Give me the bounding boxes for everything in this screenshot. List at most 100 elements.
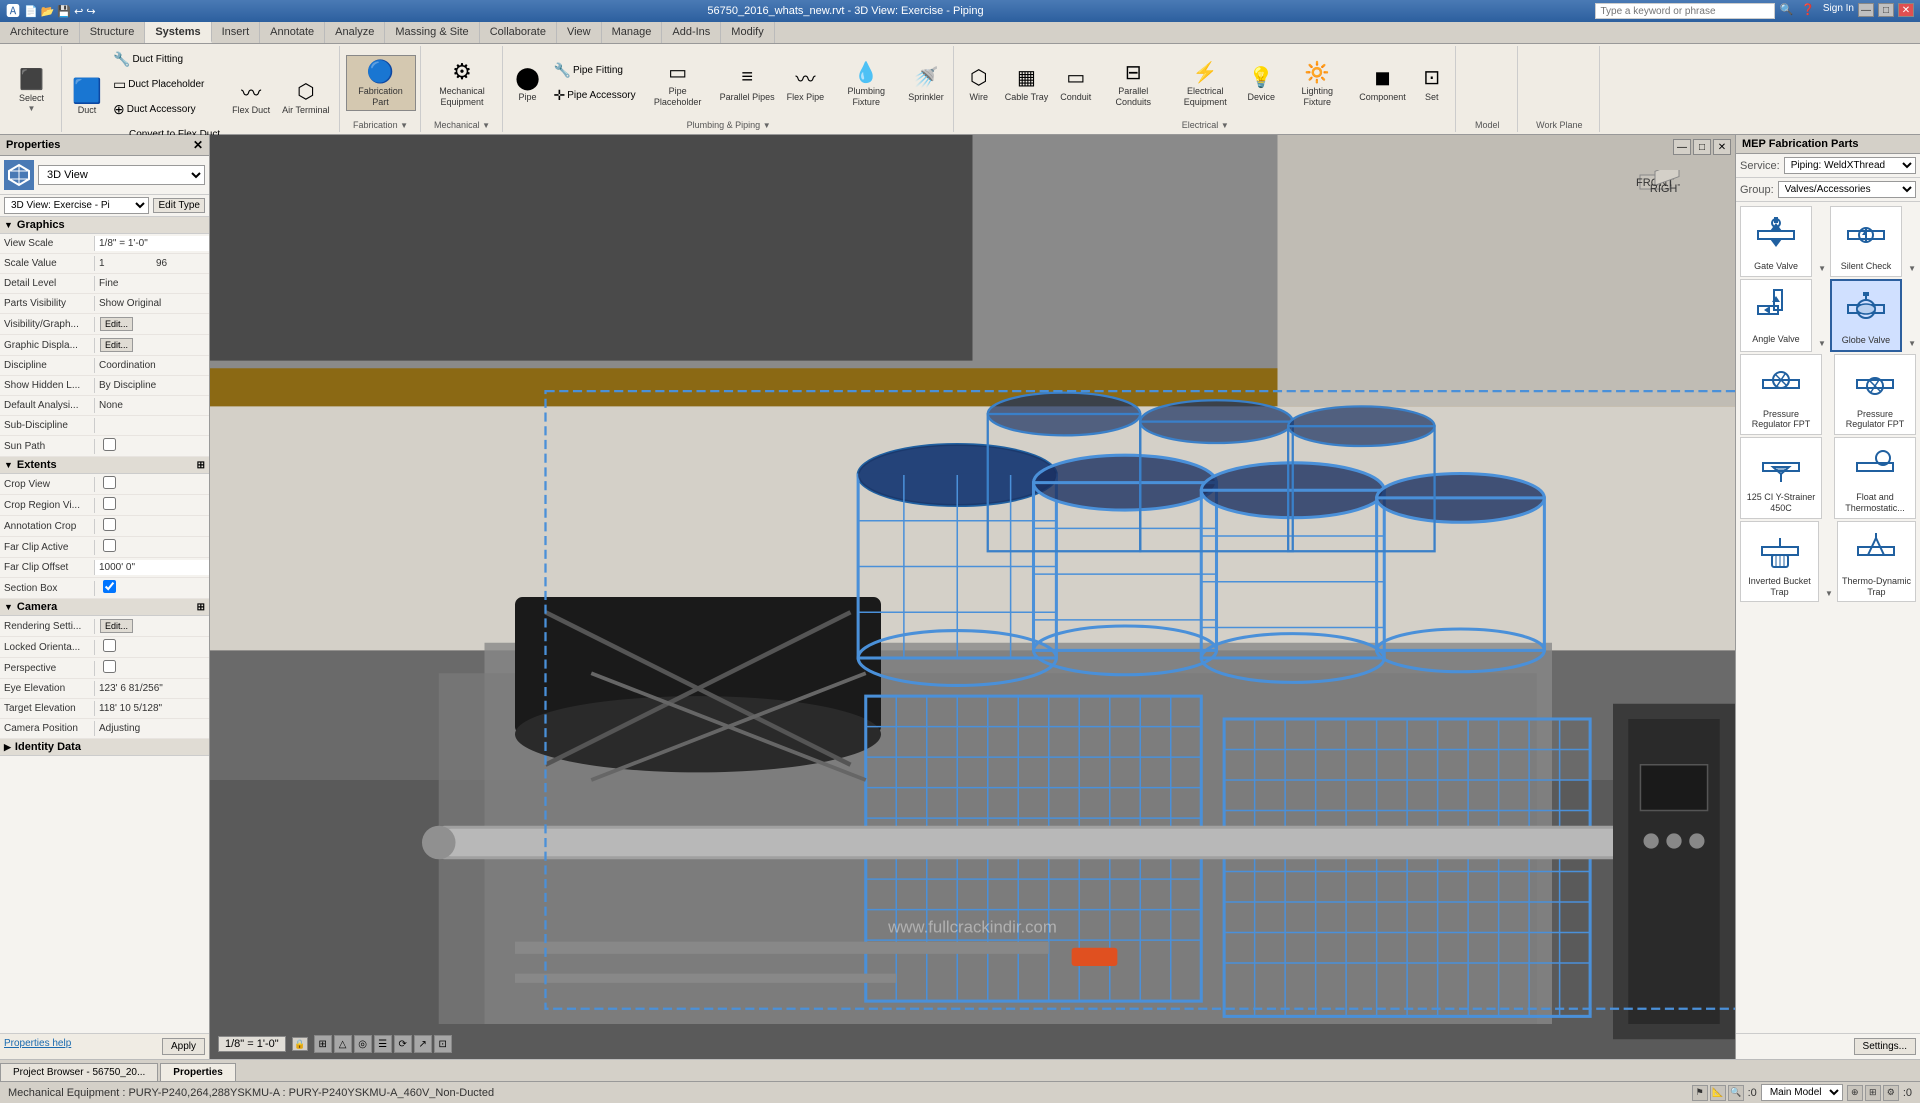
sun-path-checkbox[interactable] xyxy=(103,438,116,451)
nav-icon-4[interactable]: ☰ xyxy=(374,1035,392,1053)
ribbon-btn-wire[interactable]: ⬡ Wire xyxy=(960,61,998,106)
help-icon[interactable]: ❓ xyxy=(1801,3,1815,19)
mep-service-dropdown[interactable]: Piping: WeldXThread xyxy=(1784,157,1916,174)
ribbon-btn-flex-pipe[interactable]: 〰 Flex Pipe xyxy=(782,61,830,106)
fabrication-dropdown-icon[interactable]: ▼ xyxy=(400,121,408,130)
crop-region-visible-checkbox[interactable] xyxy=(103,497,116,510)
redo-btn[interactable]: ↪ xyxy=(86,5,95,18)
ribbon-btn-sprinkler[interactable]: 🚿 Sprinkler xyxy=(903,61,949,106)
ribbon-tab-modify[interactable]: Modify xyxy=(721,22,774,43)
scale-lock-icon[interactable]: 🔒 xyxy=(292,1037,308,1051)
mep-settings-btn[interactable]: Settings... xyxy=(1854,1038,1916,1055)
gate-valve-dropdown-icon[interactable]: ▼ xyxy=(1818,264,1826,273)
visibility-graphs-edit-btn[interactable]: Edit... xyxy=(100,317,133,331)
mep-group-dropdown[interactable]: Valves/Accessories xyxy=(1778,181,1916,198)
nav-icon-6[interactable]: ↗ xyxy=(414,1035,432,1053)
restore-btn[interactable]: □ xyxy=(1878,3,1894,17)
ribbon-btn-duct-accessory[interactable]: ⊕ Duct Accessory xyxy=(108,98,225,121)
ribbon-tab-structure[interactable]: Structure xyxy=(80,22,146,43)
ribbon-btn-parallel-pipes[interactable]: ≡ Parallel Pipes xyxy=(715,61,780,106)
nav-icon-2[interactable]: △ xyxy=(334,1035,352,1053)
ribbon-btn-parallel-conduits[interactable]: ⊟ Parallel Conduits xyxy=(1098,55,1168,111)
mep-part-pressure-reg-2[interactable]: Pressure Regulator FPT xyxy=(1834,354,1916,436)
prop-section-graphics[interactable]: ▼ Graphics xyxy=(0,217,209,234)
status-icon-2[interactable]: 📐 xyxy=(1710,1085,1726,1101)
ribbon-btn-device[interactable]: 💡 Device xyxy=(1242,61,1280,106)
tab-project-browser[interactable]: Project Browser - 56750_20... xyxy=(0,1063,158,1081)
ribbon-btn-lighting-fixture[interactable]: 🔆 Lighting Fixture xyxy=(1282,55,1352,111)
mep-part-float-thermo[interactable]: Float and Thermostatic... xyxy=(1834,437,1916,519)
ribbon-btn-set[interactable]: ⊡ Set xyxy=(1413,61,1451,106)
ribbon-btn-air-terminal[interactable]: ⬡ Air Terminal xyxy=(277,74,334,119)
apply-btn[interactable]: Apply xyxy=(162,1038,205,1055)
open-btn[interactable]: 📂 xyxy=(41,5,55,18)
ribbon-btn-pipe-accessory[interactable]: ✛ Pipe Accessory xyxy=(549,84,641,107)
prop-section-identity-data[interactable]: ▶ Identity Data xyxy=(0,739,209,756)
ribbon-tab-architecture[interactable]: Architecture xyxy=(0,22,80,43)
edit-type-btn[interactable]: Edit Type xyxy=(153,198,205,213)
ribbon-tab-massing[interactable]: Massing & Site xyxy=(385,22,479,43)
prop-section-extents[interactable]: ▼ Extents ⊞ xyxy=(0,457,209,474)
ribbon-tab-manage[interactable]: Manage xyxy=(602,22,663,43)
ribbon-tab-annotate[interactable]: Annotate xyxy=(260,22,325,43)
locked-orientation-checkbox[interactable] xyxy=(103,639,116,652)
plumbing-dropdown-icon[interactable]: ▼ xyxy=(763,121,771,130)
mep-part-silent-check[interactable]: Silent Check xyxy=(1830,206,1902,277)
minimize-btn[interactable]: — xyxy=(1858,3,1874,17)
model-select[interactable]: Main Model xyxy=(1761,1084,1843,1101)
far-clip-offset-value[interactable]: 1000' 0" xyxy=(95,560,209,575)
ribbon-btn-cable-tray[interactable]: ▦ Cable Tray xyxy=(1000,61,1054,106)
ribbon-btn-duct-fitting[interactable]: 🔧 Duct Fitting xyxy=(108,48,225,71)
ribbon-btn-conduit[interactable]: ▭ Conduit xyxy=(1055,61,1096,106)
view-select-dropdown[interactable]: 3D View: Exercise - Pi xyxy=(4,197,149,214)
graphic-display-edit-btn[interactable]: Edit... xyxy=(100,338,133,352)
view-scale-value[interactable]: 1/8" = 1'-0" xyxy=(95,236,209,251)
properties-close-btn[interactable]: ✕ xyxy=(193,138,203,152)
properties-help-link[interactable]: Properties help xyxy=(4,1038,71,1055)
ribbon-btn-pipe[interactable]: ⬤ Pipe xyxy=(509,61,547,106)
ribbon-tab-insert[interactable]: Insert xyxy=(212,22,261,43)
ribbon-btn-mechanical-equipment[interactable]: ⚙ Mechanical Equipment xyxy=(427,55,497,111)
nav-icon-7[interactable]: ⊡ xyxy=(434,1035,452,1053)
extents-expand-icon[interactable]: ⊞ xyxy=(197,460,205,471)
select-dropdown-icon[interactable]: ▼ xyxy=(28,104,36,113)
new-btn[interactable]: 📄 xyxy=(24,5,38,18)
crop-view-checkbox[interactable] xyxy=(103,476,116,489)
status-icon-1[interactable]: ⚑ xyxy=(1692,1085,1708,1101)
viewport-resize-handle[interactable] xyxy=(1727,135,1735,1059)
mep-part-angle-valve[interactable]: Angle Valve xyxy=(1740,279,1812,352)
perspective-checkbox[interactable] xyxy=(103,660,116,673)
search-icon[interactable]: 🔍 xyxy=(1779,3,1793,19)
ribbon-btn-pipe-fitting[interactable]: 🔧 Pipe Fitting xyxy=(549,59,641,82)
ribbon-btn-select[interactable]: ⬛ Select ▼ xyxy=(12,62,52,116)
save-btn[interactable]: 💾 xyxy=(57,5,71,18)
section-box-checkbox[interactable] xyxy=(103,580,116,593)
ribbon-tab-addins[interactable]: Add-Ins xyxy=(662,22,721,43)
ribbon-btn-duct[interactable]: 🟦 Duct xyxy=(68,74,106,119)
ribbon-btn-fabrication-part[interactable]: 🔵 Fabrication Part xyxy=(346,55,416,111)
mep-part-pressure-reg-1[interactable]: Pressure Regulator FPT xyxy=(1740,354,1822,436)
silent-check-dropdown-icon[interactable]: ▼ xyxy=(1908,264,1916,273)
mechanical-dropdown-icon[interactable]: ▼ xyxy=(482,121,490,130)
electrical-dropdown-icon[interactable]: ▼ xyxy=(1221,121,1229,130)
ribbon-tab-view[interactable]: View xyxy=(557,22,602,43)
annotation-crop-checkbox[interactable] xyxy=(103,518,116,531)
mep-part-bucket-trap[interactable]: Inverted Bucket Trap xyxy=(1740,521,1819,603)
close-btn[interactable]: ✕ xyxy=(1898,3,1914,17)
ribbon-btn-component[interactable]: ◼ Component xyxy=(1354,61,1411,106)
undo-btn[interactable]: ↩ xyxy=(74,5,83,18)
ribbon-btn-electrical-equipment[interactable]: ⚡ Electrical Equipment xyxy=(1170,55,1240,111)
mep-part-globe-valve[interactable]: Globe Valve xyxy=(1830,279,1902,352)
restore-viewport-btn[interactable]: □ xyxy=(1693,139,1711,155)
view-name-dropdown[interactable]: 3D View xyxy=(38,165,205,185)
status-icon-6[interactable]: ⚙ xyxy=(1883,1085,1899,1101)
tab-properties[interactable]: Properties xyxy=(160,1063,235,1081)
ribbon-btn-plumbing-fixture[interactable]: 💧 Plumbing Fixture xyxy=(831,55,901,111)
mep-part-strainer[interactable]: 125 CI Y-Strainer 450C xyxy=(1740,437,1822,519)
mep-part-thermo-trap[interactable]: Thermo-Dynamic Trap xyxy=(1837,521,1916,603)
status-icon-4[interactable]: ⊕ xyxy=(1847,1085,1863,1101)
rendering-settings-edit-btn[interactable]: Edit... xyxy=(100,619,133,633)
far-clip-active-checkbox[interactable] xyxy=(103,539,116,552)
sign-in-btn[interactable]: Sign In xyxy=(1823,3,1854,19)
ribbon-btn-flex-duct[interactable]: 〰 Flex Duct xyxy=(227,74,275,119)
